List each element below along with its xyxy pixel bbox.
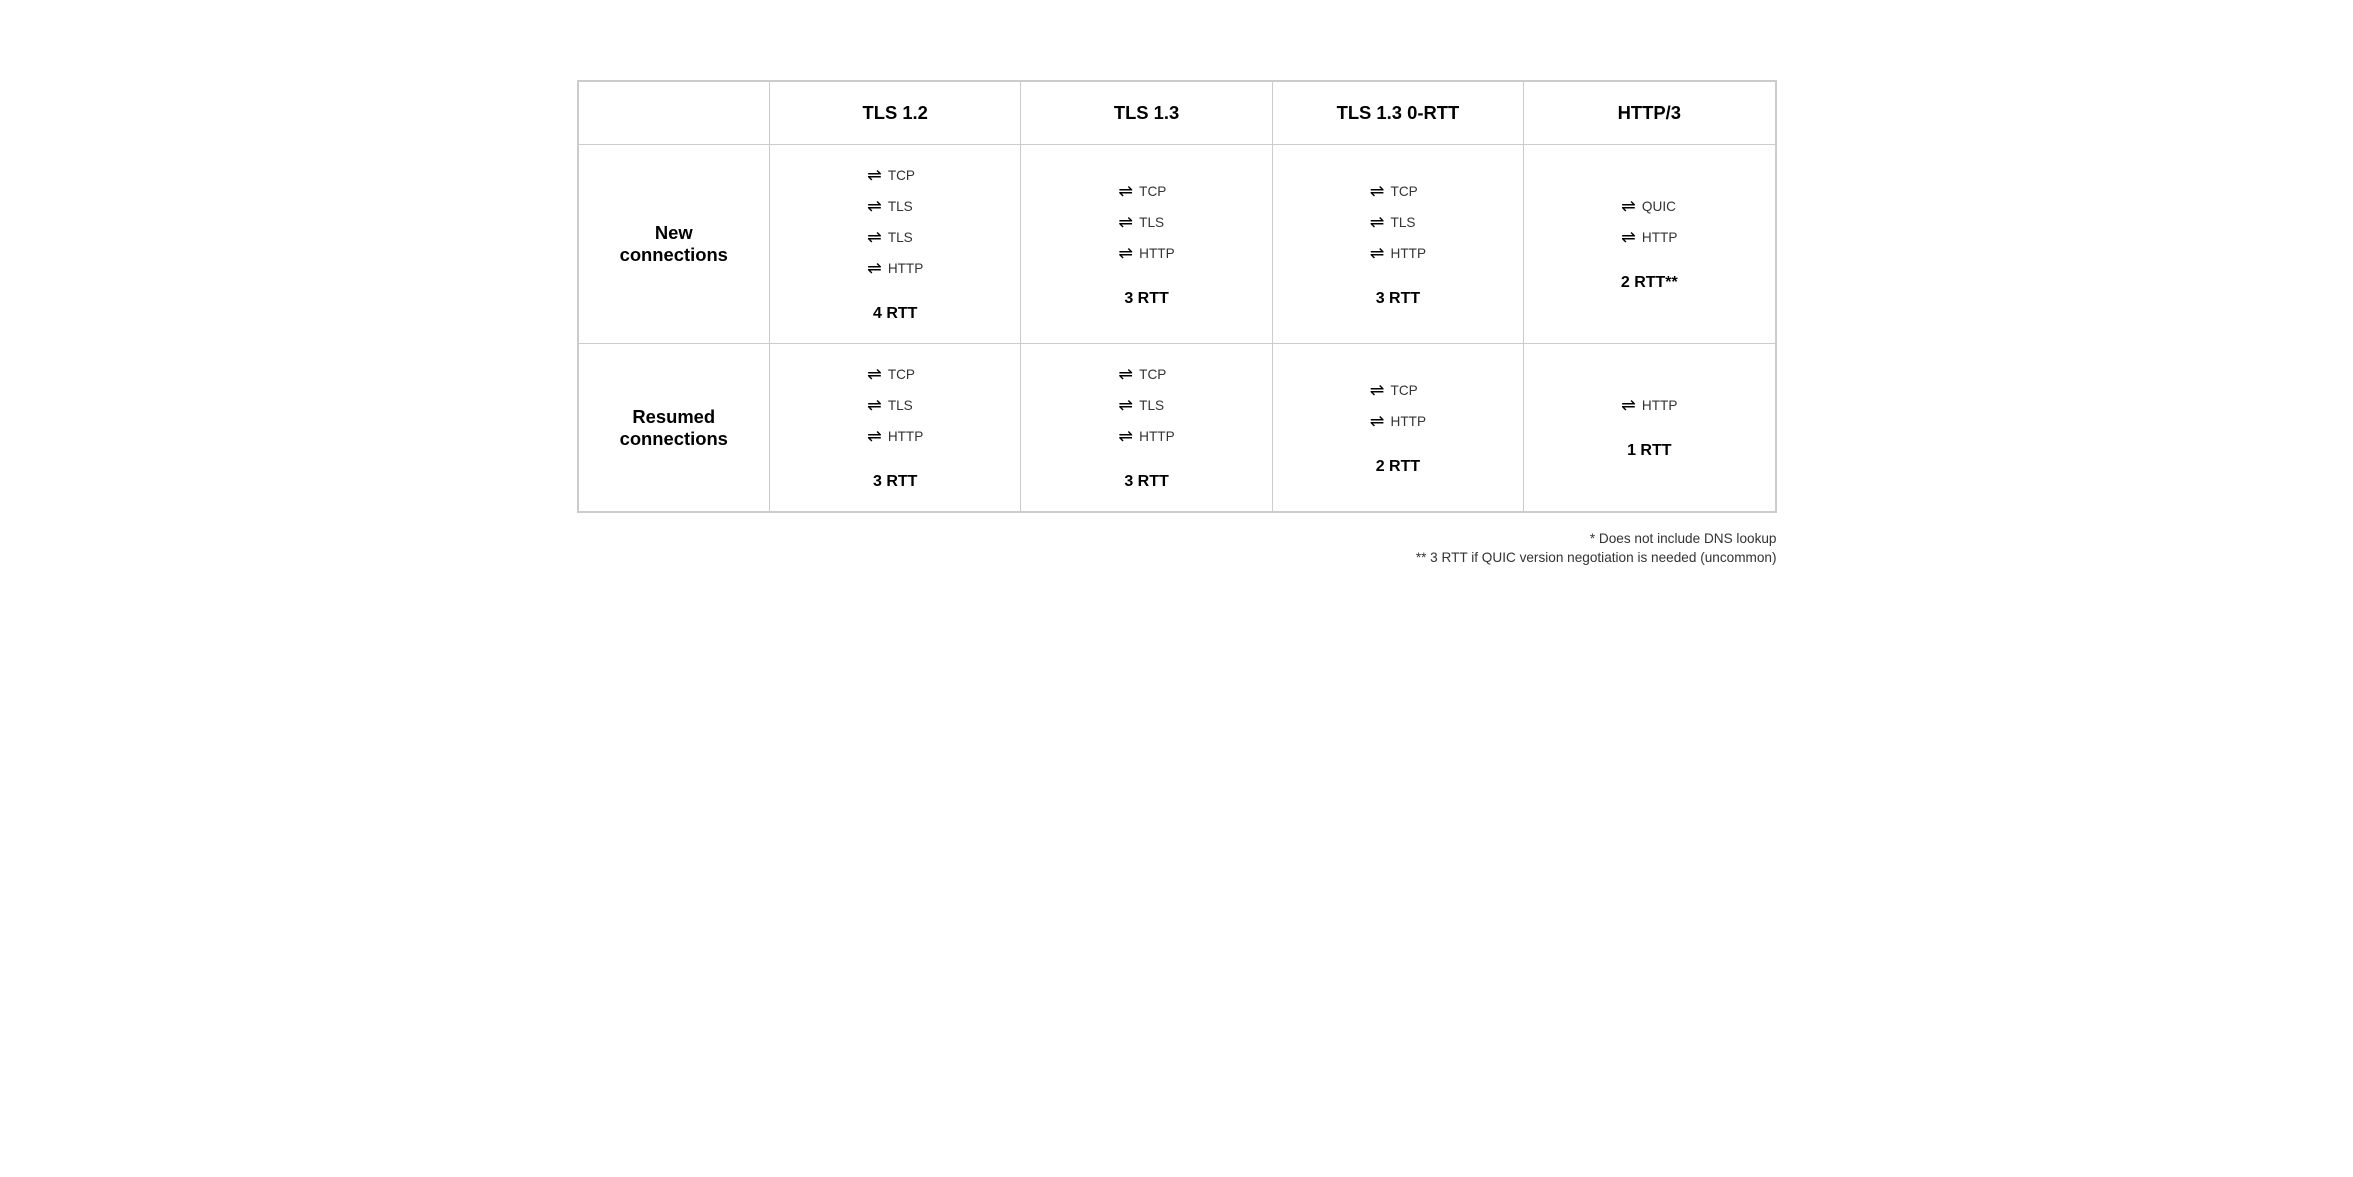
col-header-TLS-1-2: TLS 1.2: [770, 82, 1021, 145]
protocol-row-QUIC: ⇌ QUIC: [1621, 196, 1676, 217]
protocol-row-HTTP: ⇌ HTTP: [867, 258, 923, 279]
bidirectional-arrow-icon: ⇌: [1370, 243, 1385, 264]
protocol-row-HTTP: ⇌ HTTP: [1621, 395, 1677, 416]
protocol-label: HTTP: [888, 429, 924, 444]
bidirectional-arrow-icon: ⇌: [867, 227, 882, 248]
row-label-0: Newconnections: [578, 145, 770, 344]
rtt-value: 2 RTT: [1376, 448, 1420, 476]
protocol-row-TLS: ⇌ TLS: [867, 227, 913, 248]
bidirectional-arrow-icon: ⇌: [867, 395, 882, 416]
cell-r1-c2: ⇌ TCP ⇌ HTTP 2 RTT: [1272, 344, 1523, 512]
cell-r1-c3: ⇌ HTTP 1 RTT: [1524, 344, 1775, 512]
protocol-label: HTTP: [1642, 398, 1678, 413]
comparison-table: TLS 1.2TLS 1.3TLS 1.3 0-RTTHTTP/3 Newcon…: [577, 80, 1777, 513]
bidirectional-arrow-icon: ⇌: [867, 258, 882, 279]
cell-r0-c0: ⇌ TCP ⇌ TLS ⇌ TLS ⇌ HTTP 4 RTT: [770, 145, 1021, 344]
rtt-value: 3 RTT: [1124, 280, 1168, 308]
protocol-label: TCP: [888, 168, 915, 183]
protocol-label: TLS: [888, 398, 913, 413]
protocol-row-TLS: ⇌ TLS: [867, 395, 913, 416]
rtt-value: 3 RTT: [1376, 280, 1420, 308]
bidirectional-arrow-icon: ⇌: [1621, 395, 1636, 416]
protocol-row-TLS: ⇌ TLS: [1118, 212, 1164, 233]
footnote: ** 3 RTT if QUIC version negotiation is …: [577, 550, 1777, 565]
protocol-label: TCP: [1391, 383, 1418, 398]
protocol-label: TCP: [888, 367, 915, 382]
col-header-TLS-1-3: TLS 1.3: [1021, 82, 1272, 145]
bidirectional-arrow-icon: ⇌: [1370, 411, 1385, 432]
protocol-row-HTTP: ⇌ HTTP: [1370, 243, 1426, 264]
protocol-row-TCP: ⇌ TCP: [1370, 181, 1418, 202]
protocol-row-TCP: ⇌ TCP: [1118, 364, 1166, 385]
cell-r1-c1: ⇌ TCP ⇌ TLS ⇌ HTTP 3 RTT: [1021, 344, 1272, 512]
bidirectional-arrow-icon: ⇌: [1118, 212, 1133, 233]
footnote: * Does not include DNS lookup: [577, 531, 1777, 546]
protocol-row-HTTP: ⇌ HTTP: [1118, 243, 1174, 264]
bidirectional-arrow-icon: ⇌: [1621, 227, 1636, 248]
cell-r1-c0: ⇌ TCP ⇌ TLS ⇌ HTTP 3 RTT: [770, 344, 1021, 512]
rtt-value: 1 RTT: [1627, 432, 1671, 460]
bidirectional-arrow-icon: ⇌: [867, 196, 882, 217]
protocol-label: TLS: [888, 199, 913, 214]
bidirectional-arrow-icon: ⇌: [1621, 196, 1636, 217]
bidirectional-arrow-icon: ⇌: [1370, 380, 1385, 401]
bidirectional-arrow-icon: ⇌: [1118, 426, 1133, 447]
row-label-1: Resumedconnections: [578, 344, 770, 512]
footnotes: * Does not include DNS lookup ** 3 RTT if…: [577, 531, 1777, 569]
bidirectional-arrow-icon: ⇌: [1370, 212, 1385, 233]
protocol-row-HTTP: ⇌ HTTP: [1621, 227, 1677, 248]
protocol-label: HTTP: [1139, 429, 1175, 444]
rtt-value: 3 RTT: [873, 463, 917, 491]
rtt-value: 4 RTT: [873, 295, 917, 323]
protocol-label: TCP: [1139, 367, 1166, 382]
protocol-label: QUIC: [1642, 199, 1676, 214]
protocol-label: TLS: [888, 230, 913, 245]
bidirectional-arrow-icon: ⇌: [867, 426, 882, 447]
protocol-label: HTTP: [1391, 246, 1427, 261]
bidirectional-arrow-icon: ⇌: [1118, 181, 1133, 202]
protocol-row-HTTP: ⇌ HTTP: [1370, 411, 1426, 432]
table-row: Resumedconnections ⇌ TCP ⇌ TLS ⇌ HTTP 3 RTT ⇌ TCP…: [578, 344, 1775, 512]
protocol-row-TCP: ⇌ TCP: [1370, 380, 1418, 401]
protocol-label: TCP: [1139, 184, 1166, 199]
protocol-row-TLS: ⇌ TLS: [1370, 212, 1416, 233]
bidirectional-arrow-icon: ⇌: [867, 165, 882, 186]
protocol-label: TLS: [1391, 215, 1416, 230]
protocol-label: TLS: [1139, 398, 1164, 413]
bidirectional-arrow-icon: ⇌: [867, 364, 882, 385]
protocol-row-HTTP: ⇌ HTTP: [867, 426, 923, 447]
rtt-value: 2 RTT**: [1621, 264, 1678, 292]
protocol-row-TCP: ⇌ TCP: [1118, 181, 1166, 202]
protocol-row-TLS: ⇌ TLS: [867, 196, 913, 217]
protocol-row-TLS: ⇌ TLS: [1118, 395, 1164, 416]
bidirectional-arrow-icon: ⇌: [1370, 181, 1385, 202]
protocol-row-TCP: ⇌ TCP: [867, 364, 915, 385]
protocol-label: TLS: [1139, 215, 1164, 230]
bidirectional-arrow-icon: ⇌: [1118, 395, 1133, 416]
bidirectional-arrow-icon: ⇌: [1118, 364, 1133, 385]
protocol-row-HTTP: ⇌ HTTP: [1118, 426, 1174, 447]
protocol-row-TCP: ⇌ TCP: [867, 165, 915, 186]
col-header-TLS-1-3-0-RTT: TLS 1.3 0-RTT: [1272, 82, 1523, 145]
rtt-value: 3 RTT: [1124, 463, 1168, 491]
bidirectional-arrow-icon: ⇌: [1118, 243, 1133, 264]
col-header-HTTP-3: HTTP/3: [1524, 82, 1775, 145]
cell-r0-c2: ⇌ TCP ⇌ TLS ⇌ HTTP 3 RTT: [1272, 145, 1523, 344]
protocol-label: HTTP: [888, 261, 924, 276]
protocol-label: HTTP: [1391, 414, 1427, 429]
cell-r0-c3: ⇌ QUIC ⇌ HTTP 2 RTT**: [1524, 145, 1775, 344]
header-empty: [578, 82, 770, 145]
protocol-label: HTTP: [1139, 246, 1175, 261]
protocol-label: TCP: [1391, 184, 1418, 199]
table-row: Newconnections ⇌ TCP ⇌ TLS ⇌ TLS ⇌ HTTP 4 RTT ⇌ TCP…: [578, 145, 1775, 344]
protocol-label: HTTP: [1642, 230, 1678, 245]
cell-r0-c1: ⇌ TCP ⇌ TLS ⇌ HTTP 3 RTT: [1021, 145, 1272, 344]
